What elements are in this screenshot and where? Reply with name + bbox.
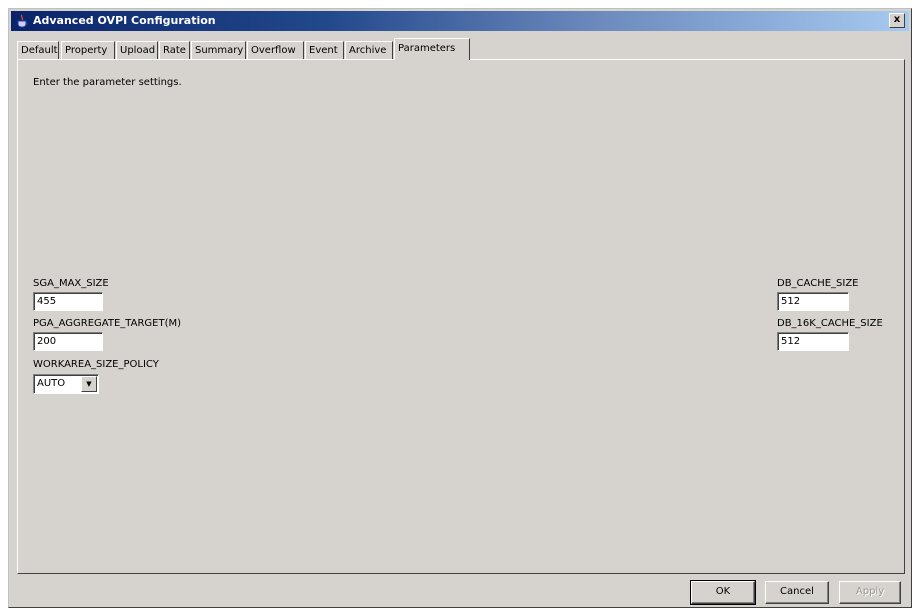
pga-aggregate-target-label: PGA_AGGREGATE_TARGET(M) <box>33 318 182 329</box>
tab-rate[interactable]: Rate <box>159 41 190 59</box>
sga-max-size-input[interactable]: 455 <box>33 292 103 311</box>
tab-parameters[interactable]: Parameters <box>394 38 470 60</box>
tab-property[interactable]: Property <box>61 41 115 59</box>
db-16k-cache-size-input[interactable]: 512 <box>777 332 849 351</box>
workarea-size-policy-value: AUTO <box>37 378 66 389</box>
close-button[interactable]: x <box>889 13 905 28</box>
tab-event[interactable]: Event <box>305 41 344 59</box>
pga-aggregate-target-input[interactable]: 200 <box>33 332 103 351</box>
chevron-down-icon[interactable]: ▼ <box>81 376 97 392</box>
cancel-button[interactable]: Cancel <box>765 581 829 604</box>
apply-button[interactable]: Apply <box>839 581 901 604</box>
advanced-ovpi-configuration-dialog: Advanced OVPI Configuration x Default Pr… <box>8 8 912 608</box>
tab-overflow[interactable]: Overflow <box>247 41 304 59</box>
workarea-size-policy-select[interactable]: AUTO ▼ <box>33 374 99 394</box>
parameters-panel: Enter the parameter settings. SGA_MAX_SI… <box>17 59 905 574</box>
tab-archive[interactable]: Archive <box>345 41 393 59</box>
instruction-text: Enter the parameter settings. <box>33 77 182 88</box>
tab-strip: Default Property Upload Rate Summary Ove… <box>17 38 897 60</box>
window-title: Advanced OVPI Configuration <box>33 14 216 27</box>
tab-summary[interactable]: Summary <box>191 41 246 59</box>
sga-max-size-label: SGA_MAX_SIZE <box>33 278 109 289</box>
db-cache-size-input[interactable]: 512 <box>777 292 849 311</box>
ok-button[interactable]: OK <box>690 580 756 605</box>
workarea-size-policy-label: WORKAREA_SIZE_POLICY <box>33 359 159 370</box>
db-cache-size-label: DB_CACHE_SIZE <box>777 278 859 289</box>
java-cup-icon <box>17 14 28 28</box>
title-bar[interactable]: Advanced OVPI Configuration x <box>11 11 909 31</box>
tab-default[interactable]: Default <box>17 41 59 59</box>
close-icon: x <box>893 14 901 25</box>
db-16k-cache-size-label: DB_16K_CACHE_SIZE <box>777 318 883 329</box>
tab-upload[interactable]: Upload <box>116 41 158 59</box>
